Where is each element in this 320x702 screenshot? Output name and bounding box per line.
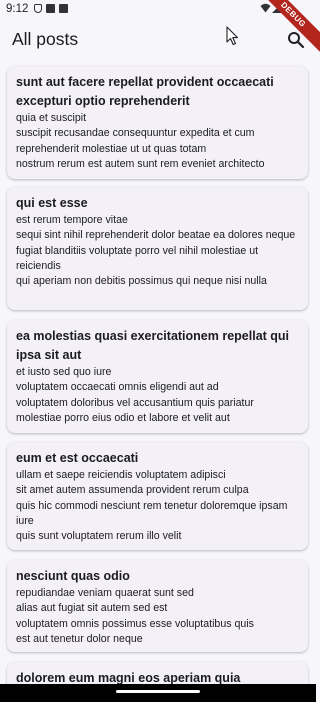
post-body: et iusto sed quo iure voluptatem occaeca… <box>16 366 254 424</box>
post-body: est rerum tempore vitae sequi sint nihil… <box>16 214 296 288</box>
navigation-bar <box>0 684 316 702</box>
post-card[interactable]: sunt aut facere repellat provident occae… <box>7 66 308 179</box>
post-title: eum et est occaecati <box>16 451 139 465</box>
app-bar: All posts <box>0 20 316 60</box>
status-icons <box>34 4 68 13</box>
apk-icon <box>59 4 68 13</box>
post-title: qui est esse <box>16 196 88 210</box>
shield-icon <box>34 4 42 13</box>
status-bar: 9:12 <box>0 0 316 20</box>
post-title: nesciunt quas odio <box>16 569 130 583</box>
post-card[interactable]: nesciunt quas odio repudiandae veniam qu… <box>7 560 308 652</box>
wifi-icon <box>260 3 271 13</box>
page-title: All posts <box>12 29 79 49</box>
post-card[interactable]: qui est esse est rerum tempore vitae seq… <box>7 187 308 310</box>
home-indicator[interactable] <box>116 690 200 693</box>
post-card[interactable]: ea molestias quasi exercitationem repell… <box>7 320 308 433</box>
post-body: ullam et saepe reiciendis voluptatem adi… <box>16 469 288 543</box>
search-icon <box>288 32 305 49</box>
mouse-cursor-icon <box>226 26 239 46</box>
post-title: ea molestias quasi exercitationem repell… <box>16 329 290 362</box>
sim-card-icon <box>46 4 55 13</box>
post-body: quia et suscipit suscipit recusandae con… <box>16 112 265 170</box>
post-body: repudiandae veniam quaerat sunt sed alia… <box>16 587 254 645</box>
post-title: sunt aut facere repellat provident occae… <box>16 75 274 108</box>
post-card[interactable]: eum et est occaecati ullam et saepe reic… <box>7 442 308 550</box>
search-button[interactable] <box>286 30 306 50</box>
status-time: 9:12 <box>6 3 29 15</box>
